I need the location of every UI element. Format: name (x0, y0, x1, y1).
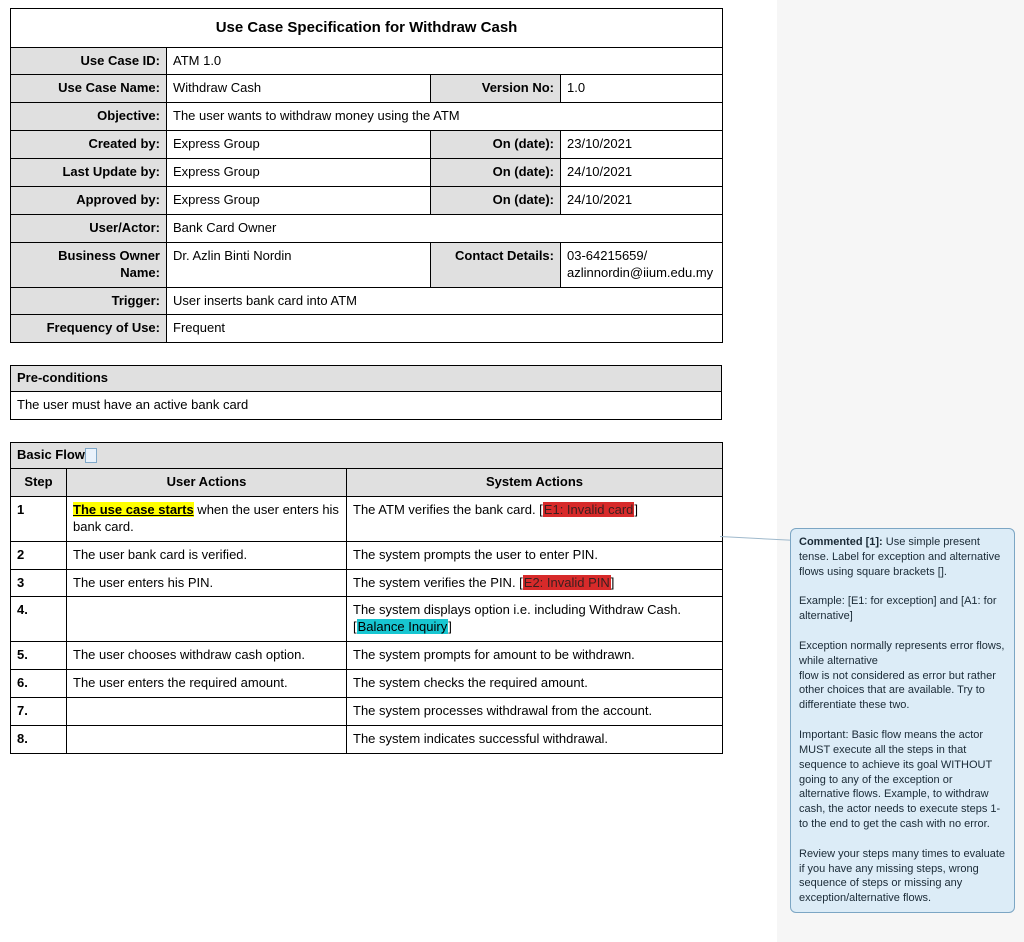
step-number: 4. (11, 597, 67, 642)
basic-flow-table: Basic Flow Step User Actions System Acti… (10, 442, 723, 754)
label-last-update-on: On (date): (431, 159, 561, 187)
label-preconditions: Pre-conditions (11, 366, 722, 392)
user-action-cell: The user bank card is verified. (67, 541, 347, 569)
value-business-owner: Dr. Azlin Binti Nordin (167, 242, 431, 287)
label-created-by: Created by: (11, 131, 167, 159)
step-number: 3 (11, 569, 67, 597)
label-trigger: Trigger: (11, 287, 167, 315)
label-frequency: Frequency of Use: (11, 315, 167, 343)
col-user-actions: User Actions (67, 468, 347, 496)
comment-p6: Review your steps many times to evaluate… (799, 848, 1005, 905)
step-number: 2 (11, 541, 67, 569)
highlight-yellow: The use case starts (73, 502, 194, 517)
col-step: Step (11, 468, 67, 496)
system-action-cell: The system displays option i.e. includin… (347, 597, 723, 642)
system-action-cell: The system checks the required amount. (347, 670, 723, 698)
table-row: 2The user bank card is verified.The syst… (11, 541, 723, 569)
basic-flow-text: Basic Flow (17, 447, 85, 462)
value-preconditions: The user must have an active bank card (11, 392, 722, 420)
value-use-case-name: Withdraw Cash (167, 75, 431, 103)
step-number: 1 (11, 496, 67, 541)
preconditions-table: Pre-conditions The user must have an act… (10, 365, 722, 420)
label-objective: Objective: (11, 103, 167, 131)
value-user-actor: Bank Card Owner (167, 214, 723, 242)
table-row: 5.The user chooses withdraw cash option.… (11, 642, 723, 670)
system-action-cell: The system processes withdrawal from the… (347, 697, 723, 725)
user-action-cell (67, 597, 347, 642)
comment-balloon[interactable]: Commented [1]: Use simple present tense.… (790, 528, 1015, 913)
label-approved-by: Approved by: (11, 186, 167, 214)
label-user-actor: User/Actor: (11, 214, 167, 242)
value-version-no: 1.0 (561, 75, 723, 103)
text-cursor-icon (85, 448, 97, 463)
exception-tag: E1: Invalid card (543, 502, 635, 517)
label-basic-flow: Basic Flow (11, 443, 723, 469)
label-last-update-by: Last Update by: (11, 159, 167, 187)
table-row: 8. The system indicates successful withdr… (11, 725, 723, 753)
value-trigger: User inserts bank card into ATM (167, 287, 723, 315)
label-use-case-id: Use Case ID: (11, 47, 167, 75)
step-number: 8. (11, 725, 67, 753)
label-created-on: On (date): (431, 131, 561, 159)
label-contact-details: Contact Details: (431, 242, 561, 287)
document-body: Use Case Specification for Withdraw Cash… (0, 0, 777, 942)
exception-tag: E2: Invalid PIN (523, 575, 611, 590)
step-number: 6. (11, 670, 67, 698)
table-row: 1The use case starts when the user enter… (11, 496, 723, 541)
value-last-update-on: 24/10/2021 (561, 159, 723, 187)
comment-p4: flow is not considered as error but rath… (799, 670, 996, 712)
table-row: 4. The system displays option i.e. includ… (11, 597, 723, 642)
system-action-cell: The ATM verifies the bank card. [E1: Inv… (347, 496, 723, 541)
comment-p2: Example: [E1: for exception] and [A1: fo… (799, 595, 997, 622)
table-row: 7. The system processes withdrawal from t… (11, 697, 723, 725)
col-system-actions: System Actions (347, 468, 723, 496)
user-action-cell (67, 725, 347, 753)
value-approved-on: 24/10/2021 (561, 186, 723, 214)
step-number: 5. (11, 642, 67, 670)
alternative-tag: Balance Inquiry (357, 619, 449, 634)
value-contact-details: 03-64215659/ azlinnordin@iium.edu.my (561, 242, 723, 287)
value-use-case-id: ATM 1.0 (167, 47, 723, 75)
user-action-cell: The user enters the required amount. (67, 670, 347, 698)
doc-title: Use Case Specification for Withdraw Cash (11, 9, 723, 48)
user-action-cell: The user chooses withdraw cash option. (67, 642, 347, 670)
label-use-case-name: Use Case Name: (11, 75, 167, 103)
user-action-cell: The user enters his PIN. (67, 569, 347, 597)
table-row: 3The user enters his PIN.The system veri… (11, 569, 723, 597)
page: Use Case Specification for Withdraw Cash… (0, 0, 1024, 942)
label-approved-on: On (date): (431, 186, 561, 214)
system-action-cell: The system verifies the PIN. [E2: Invali… (347, 569, 723, 597)
user-action-cell (67, 697, 347, 725)
value-created-on: 23/10/2021 (561, 131, 723, 159)
user-action-cell: The use case starts when the user enters… (67, 496, 347, 541)
system-action-cell: The system prompts the user to enter PIN… (347, 541, 723, 569)
value-created-by: Express Group (167, 131, 431, 159)
table-row: 6.The user enters the required amount.Th… (11, 670, 723, 698)
value-last-update-by: Express Group (167, 159, 431, 187)
comment-head: Commented [1]: (799, 536, 883, 548)
value-objective: The user wants to withdraw money using t… (167, 103, 723, 131)
meta-table: Use Case Specification for Withdraw Cash… (10, 8, 723, 343)
label-version-no: Version No: (431, 75, 561, 103)
comment-p5: Important: Basic flow means the actor MU… (799, 729, 1000, 830)
step-number: 7. (11, 697, 67, 725)
value-approved-by: Express Group (167, 186, 431, 214)
comment-p3: Exception normally represents error flow… (799, 640, 1004, 667)
value-frequency: Frequent (167, 315, 723, 343)
label-business-owner: Business Owner Name: (11, 242, 167, 287)
system-action-cell: The system indicates successful withdraw… (347, 725, 723, 753)
system-action-cell: The system prompts for amount to be with… (347, 642, 723, 670)
